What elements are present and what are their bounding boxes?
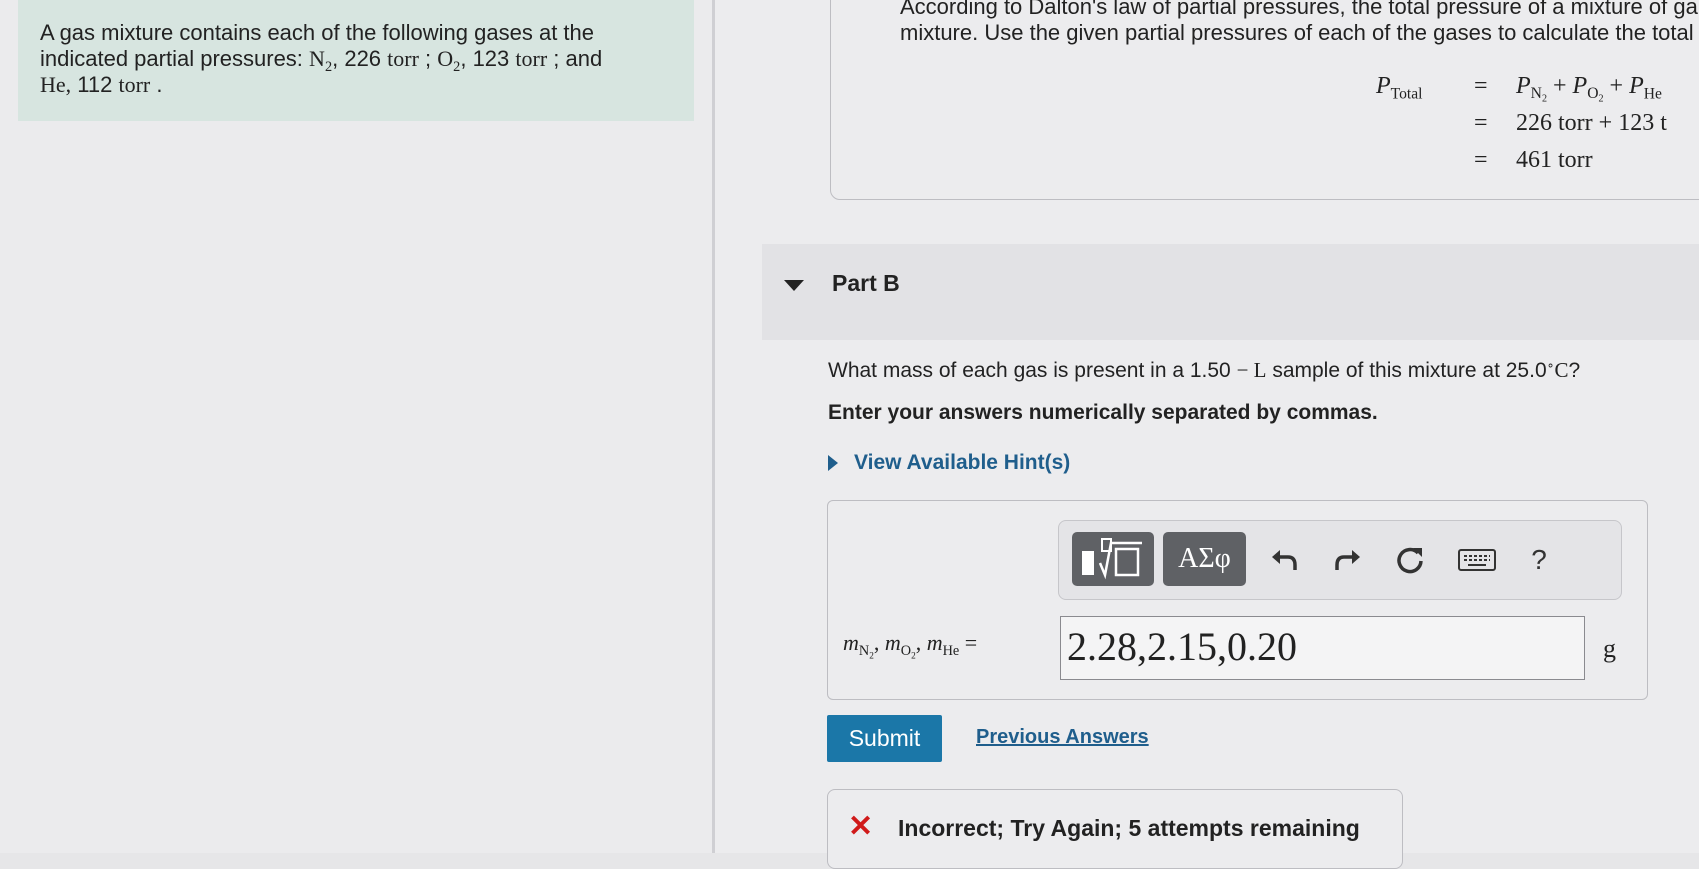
answer-label: mN2, mO2, mHe =	[843, 630, 978, 662]
question-text: What mass of each gas is present in a 1.…	[828, 358, 1581, 382]
templates-button[interactable]	[1072, 532, 1154, 586]
explanation-line-2: mixture. Use the given partial pressures…	[900, 20, 1694, 45]
problem-statement: A gas mixture contains each of the follo…	[18, 0, 694, 121]
keyboard-button[interactable]	[1455, 540, 1499, 580]
undo-icon	[1272, 550, 1297, 570]
close-icon: ✕	[848, 810, 874, 843]
feedback-text: Incorrect; Try Again; 5 attempts remaini…	[898, 815, 1360, 841]
keyboard-icon	[1458, 549, 1496, 571]
caret-down-icon[interactable]	[784, 280, 804, 291]
reset-icon	[1397, 547, 1423, 574]
help-icon: ?	[1531, 544, 1547, 575]
symbols-icon: ΑΣφ	[1178, 543, 1231, 574]
problem-line-1: A gas mixture contains each of the follo…	[40, 20, 594, 45]
reset-button[interactable]	[1390, 540, 1430, 580]
eq-sign-1: =	[1474, 73, 1488, 99]
symbols-button[interactable]: ΑΣφ	[1163, 532, 1246, 586]
eq-rhs-2: 226 torr + 123 t	[1516, 110, 1667, 136]
problem-line-3: He, 112 torr .	[40, 72, 163, 97]
answer-input[interactable]: 2.28,2.15,0.20	[1060, 616, 1585, 680]
redo-icon	[1335, 550, 1360, 570]
liter-unit: − L	[1236, 358, 1267, 382]
templates-icon	[1082, 538, 1142, 580]
eq-rhs-1: PN2 + PO2 + PHe	[1516, 73, 1662, 105]
eq-lhs: PTotal	[1376, 73, 1423, 103]
n2-formula: N2	[309, 46, 333, 75]
eq-sign-3: =	[1474, 147, 1488, 173]
left-column: A gas mixture contains each of the follo…	[0, 0, 712, 853]
explanation-line-1: According to Dalton's law of partial pre…	[900, 0, 1698, 19]
redo-button[interactable]	[1328, 540, 1368, 580]
part-b-title: Part B	[832, 270, 900, 296]
explanation-text: According to Dalton's law of partial pre…	[900, 0, 1699, 46]
part-b-header[interactable]	[762, 244, 1699, 340]
answer-unit: g	[1603, 634, 1616, 663]
help-button[interactable]: ?	[1519, 540, 1559, 580]
undo-button[interactable]	[1264, 540, 1304, 580]
instruction-text: Enter your answers numerically separated…	[828, 401, 1378, 424]
eq-rhs-3: 461 torr	[1516, 147, 1593, 173]
caret-right-icon[interactable]	[828, 455, 838, 471]
view-hints-link[interactable]: View Available Hint(s)	[854, 451, 1070, 475]
o2-formula: O2	[437, 46, 461, 75]
previous-answers-link[interactable]: Previous Answers	[976, 726, 1149, 749]
problem-line-2: indicated partial pressures: N2, 226 tor…	[40, 46, 603, 75]
submit-button[interactable]: Submit	[827, 715, 942, 762]
eq-sign-2: =	[1474, 110, 1488, 136]
